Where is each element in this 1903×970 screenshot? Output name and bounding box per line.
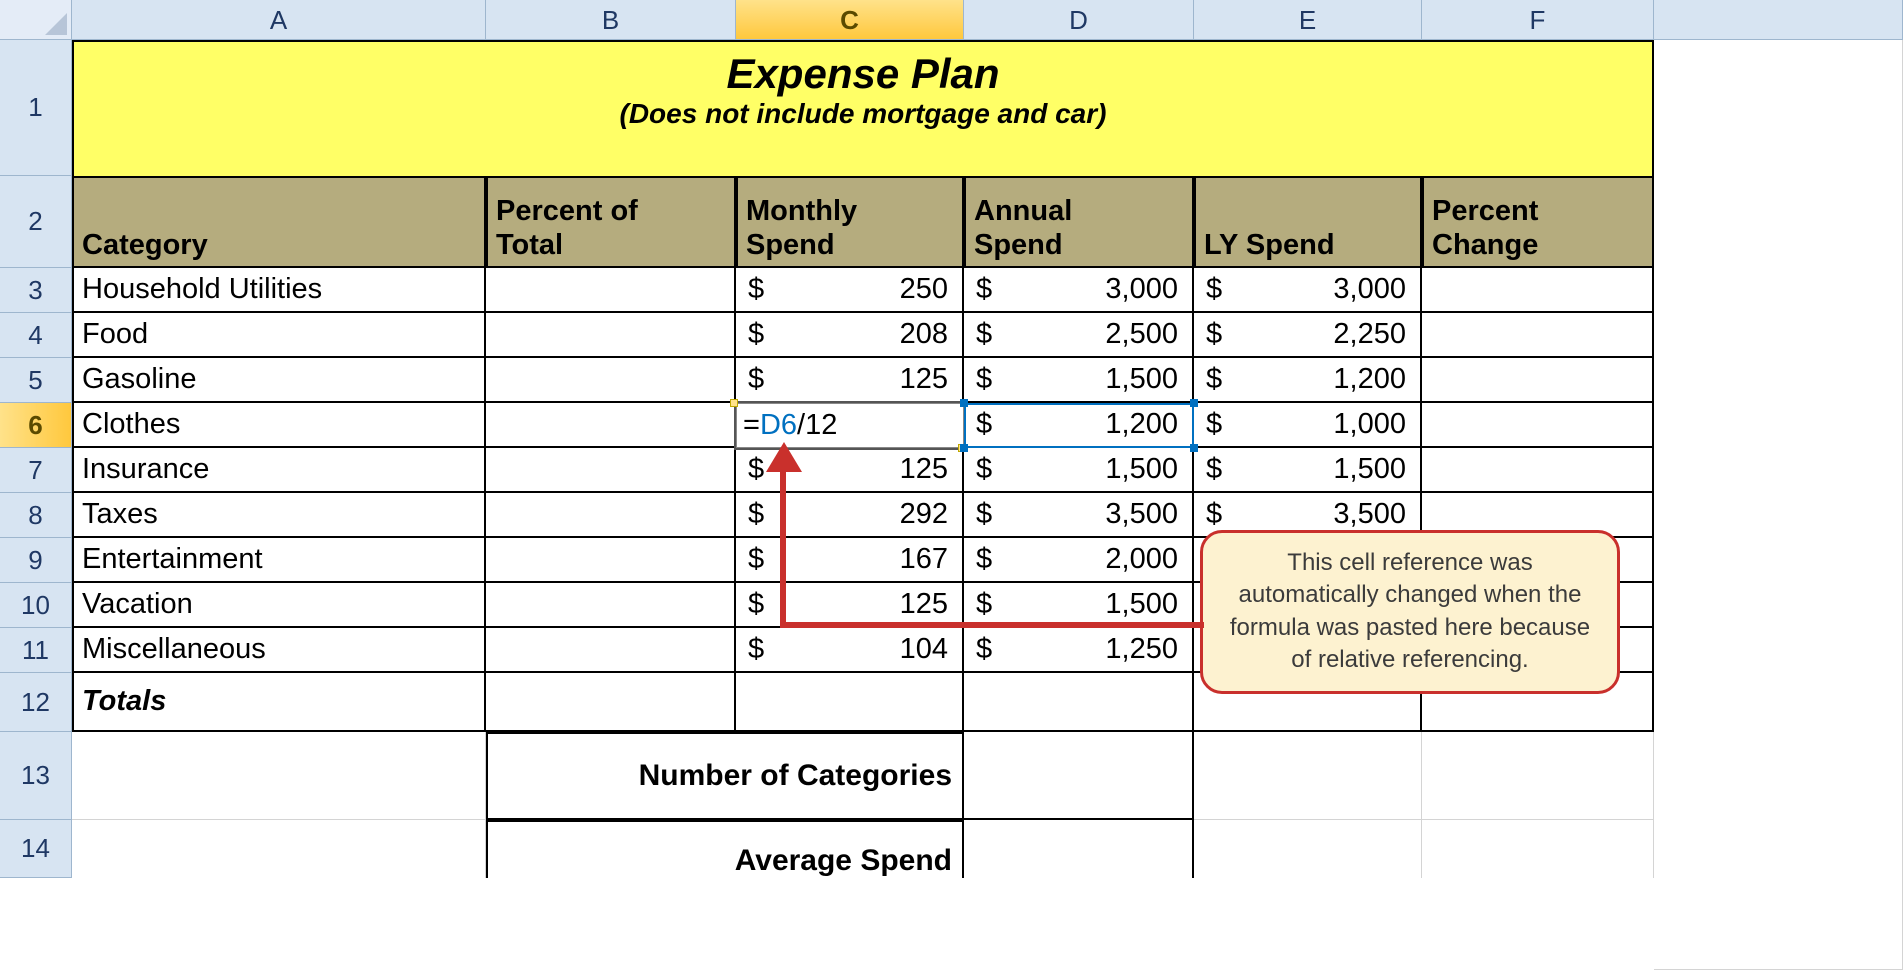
row-header-5[interactable]: 5 [0, 358, 72, 403]
header-percent-of-total[interactable]: Percent ofTotal [486, 176, 736, 268]
spreadsheet: ABCDEF 1234567891011121314 Expense Plan … [0, 0, 1903, 970]
cell-percent-total-9[interactable] [486, 538, 736, 583]
cell-monthly-11[interactable]: $104 [736, 628, 964, 673]
cell-annual-10[interactable]: $1,500 [964, 583, 1194, 628]
column-header-d[interactable]: D [964, 0, 1194, 40]
formula-handle-tl [730, 399, 738, 407]
cell-ly-3[interactable]: $3,000 [1194, 268, 1422, 313]
cell-a13[interactable] [72, 732, 486, 820]
column-header-f[interactable]: F [1422, 0, 1654, 40]
callout-relative-referencing: This cell reference was automatically ch… [1200, 530, 1620, 694]
row-header-2[interactable]: 2 [0, 176, 72, 268]
column-header-b[interactable]: B [486, 0, 736, 40]
cell-annual-11[interactable]: $1,250 [964, 628, 1194, 673]
cell-monthly-10[interactable]: $125 [736, 583, 964, 628]
ref-handle-bl [960, 444, 968, 452]
cell-percent-total-4[interactable] [486, 313, 736, 358]
cell-annual-6[interactable]: $1,200 [964, 403, 1194, 448]
cell-e13[interactable] [1194, 732, 1422, 820]
row-header-9[interactable]: 9 [0, 538, 72, 583]
cell-annual-9[interactable]: $2,000 [964, 538, 1194, 583]
cell-monthly-9[interactable]: $167 [736, 538, 964, 583]
cell-totals-c[interactable] [736, 673, 964, 732]
row-header-4[interactable]: 4 [0, 313, 72, 358]
header-monthly-spend[interactable]: MonthlySpend [736, 176, 964, 268]
cell-annual-7[interactable]: $1,500 [964, 448, 1194, 493]
cell-monthly-4[interactable]: $208 [736, 313, 964, 358]
cell-d14[interactable] [964, 820, 1194, 878]
cell-percent-change-4[interactable] [1422, 313, 1654, 358]
cell-a14[interactable] [72, 820, 486, 878]
cell-category-6[interactable]: Clothes [72, 403, 486, 448]
column-header-c[interactable]: C [736, 0, 964, 40]
grid-area-g[interactable] [1654, 40, 1903, 970]
cell-category-4[interactable]: Food [72, 313, 486, 358]
cell-percent-change-6[interactable] [1422, 403, 1654, 448]
cell-ly-6[interactable]: $1,000 [1194, 403, 1422, 448]
cell-percent-total-11[interactable] [486, 628, 736, 673]
ref-handle-tr [1190, 399, 1198, 407]
cell-ly-5[interactable]: $1,200 [1194, 358, 1422, 403]
cell-category-10[interactable]: Vacation [72, 583, 486, 628]
cell-percent-total-8[interactable] [486, 493, 736, 538]
cell-monthly-5[interactable]: $125 [736, 358, 964, 403]
row-header-12[interactable]: 12 [0, 673, 72, 732]
cell-annual-5[interactable]: $1,500 [964, 358, 1194, 403]
cell-f13[interactable] [1422, 732, 1654, 820]
cell-percent-total-7[interactable] [486, 448, 736, 493]
cell-percent-total-3[interactable] [486, 268, 736, 313]
cell-percent-total-6[interactable] [486, 403, 736, 448]
cell-category-5[interactable]: Gasoline [72, 358, 486, 403]
cell-f14[interactable] [1422, 820, 1654, 878]
header-category[interactable]: Category [72, 176, 486, 268]
cell-category-11[interactable]: Miscellaneous [72, 628, 486, 673]
row-header-14[interactable]: 14 [0, 820, 72, 878]
formula-editing-cell[interactable]: =D6/12 [736, 403, 964, 448]
cell-totals-d[interactable] [964, 673, 1194, 732]
cell-category-7[interactable]: Insurance [72, 448, 486, 493]
cell-totals-a[interactable]: Totals [72, 673, 486, 732]
row-header-6[interactable]: 6 [0, 403, 72, 448]
row-header-8[interactable]: 8 [0, 493, 72, 538]
cell-annual-4[interactable]: $2,500 [964, 313, 1194, 358]
cell-ly-4[interactable]: $2,250 [1194, 313, 1422, 358]
number-of-categories-value[interactable] [964, 732, 1194, 820]
cell-category-3[interactable]: Household Utilities [72, 268, 486, 313]
cell-percent-total-10[interactable] [486, 583, 736, 628]
cell-monthly-7[interactable]: $125 [736, 448, 964, 493]
header-ly-spend[interactable]: LY Spend [1194, 176, 1422, 268]
cell-category-8[interactable]: Taxes [72, 493, 486, 538]
row-header-10[interactable]: 10 [0, 583, 72, 628]
cell-monthly-3[interactable]: $250 [736, 268, 964, 313]
column-header-a[interactable]: A [72, 0, 486, 40]
header-annual-spend[interactable]: AnnualSpend [964, 176, 1194, 268]
title-main: Expense Plan [74, 42, 1652, 98]
number-of-categories-label[interactable]: Number of Categories [486, 732, 964, 820]
average-spend-label[interactable]: Average Spend [486, 820, 964, 878]
row-header-3[interactable]: 3 [0, 268, 72, 313]
cell-percent-change-5[interactable] [1422, 358, 1654, 403]
select-all-corner[interactable] [0, 0, 72, 40]
cell-annual-8[interactable]: $3,500 [964, 493, 1194, 538]
cell-percent-change-3[interactable] [1422, 268, 1654, 313]
title-merged-cell[interactable]: Expense Plan (Does not include mortgage … [72, 40, 1654, 176]
row-header-11[interactable]: 11 [0, 628, 72, 673]
cell-totals-b[interactable] [486, 673, 736, 732]
cell-annual-3[interactable]: $3,000 [964, 268, 1194, 313]
column-header-g[interactable] [1654, 0, 1903, 40]
cell-e14[interactable] [1194, 820, 1422, 878]
row-header-1[interactable]: 1 [0, 40, 72, 176]
ref-handle-tl [960, 399, 968, 407]
row-header-13[interactable]: 13 [0, 732, 72, 820]
ref-handle-br [1190, 444, 1198, 452]
row-header-7[interactable]: 7 [0, 448, 72, 493]
title-sub: (Does not include mortgage and car) [74, 98, 1652, 136]
cell-category-9[interactable]: Entertainment [72, 538, 486, 583]
cell-ly-7[interactable]: $1,500 [1194, 448, 1422, 493]
column-header-e[interactable]: E [1194, 0, 1422, 40]
cell-percent-change-7[interactable] [1422, 448, 1654, 493]
cell-monthly-8[interactable]: $292 [736, 493, 964, 538]
header-percent-change[interactable]: PercentChange [1422, 176, 1654, 268]
cell-percent-total-5[interactable] [486, 358, 736, 403]
